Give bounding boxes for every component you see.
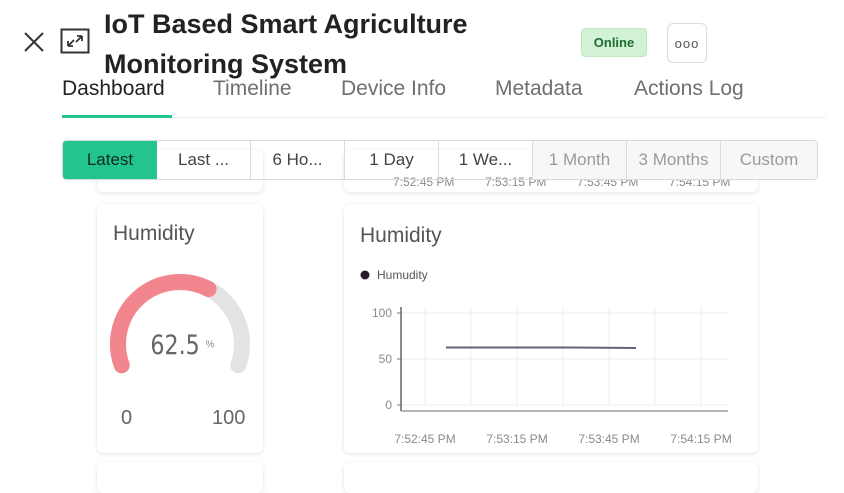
humidity-chart-card: Humidity Humudity 100 50 0 7:52:45 PM 7:53:… [344, 204, 758, 453]
range-1-month[interactable]: 1 Month [533, 141, 627, 179]
page-title-line1: IoT Based Smart Agriculture [104, 9, 468, 39]
more-options-button[interactable]: ooo [667, 23, 707, 63]
y-tick-label: 100 [372, 306, 392, 320]
tab-timeline[interactable]: Timeline [213, 76, 292, 102]
x-tick-label: 7:53:15 PM [486, 432, 547, 446]
tab-metadata[interactable]: Metadata [495, 76, 583, 102]
expand-icon[interactable] [60, 28, 90, 54]
tabs-divider [62, 117, 826, 118]
y-tick-label: 0 [385, 398, 392, 412]
humidity-gauge-card: Humidity 62.5% 0 100 [97, 204, 263, 453]
x-tick-label: 7:53:45 PM [578, 432, 639, 446]
close-icon[interactable] [22, 30, 46, 54]
tab-actions-log[interactable]: Actions Log [634, 76, 744, 102]
gauge-min: 0 [121, 407, 133, 429]
tab-dashboard[interactable]: Dashboard [62, 76, 165, 102]
range-latest[interactable]: Latest [63, 141, 157, 179]
status-badge: Online [581, 28, 647, 57]
gauge-max: 100 [212, 407, 246, 429]
range-3-months[interactable]: 3 Months [627, 141, 721, 179]
range-1-day[interactable]: 1 Day [345, 141, 439, 179]
gauge-value: 62.5 [150, 330, 201, 361]
humidity-series-line [446, 346, 637, 349]
page-title: IoT Based Smart Agriculture Monitoring S… [104, 4, 468, 84]
tab-device-info[interactable]: Device Info [341, 76, 446, 102]
range-last[interactable]: Last ... [157, 141, 251, 179]
gauge-unit: % [205, 339, 215, 351]
humidity-line-chart: Humudity 100 50 0 7:52:45 PM 7:53:15 PM 7:53… [360, 268, 732, 446]
legend-marker [360, 270, 370, 280]
range-1-week[interactable]: 1 We... [439, 141, 533, 179]
x-tick-label: 7:54:15 PM [670, 432, 731, 446]
legend-label: Humudity [377, 268, 428, 282]
active-tab-indicator [62, 115, 172, 118]
y-tick-label: 50 [379, 352, 393, 366]
gauge-value-wrap: 62.5% [97, 330, 263, 361]
x-tick-label: 7:52:45 PM [394, 432, 455, 446]
card-partial-bottom-left [97, 463, 263, 493]
range-custom[interactable]: Custom [721, 141, 817, 179]
card-partial-bottom-right [344, 463, 758, 493]
time-range-selector: Latest Last ... 6 Ho... 1 Day 1 We... 1 … [62, 140, 818, 180]
more-options-icon: ooo [674, 35, 700, 51]
range-6-hours[interactable]: 6 Ho... [251, 141, 345, 179]
